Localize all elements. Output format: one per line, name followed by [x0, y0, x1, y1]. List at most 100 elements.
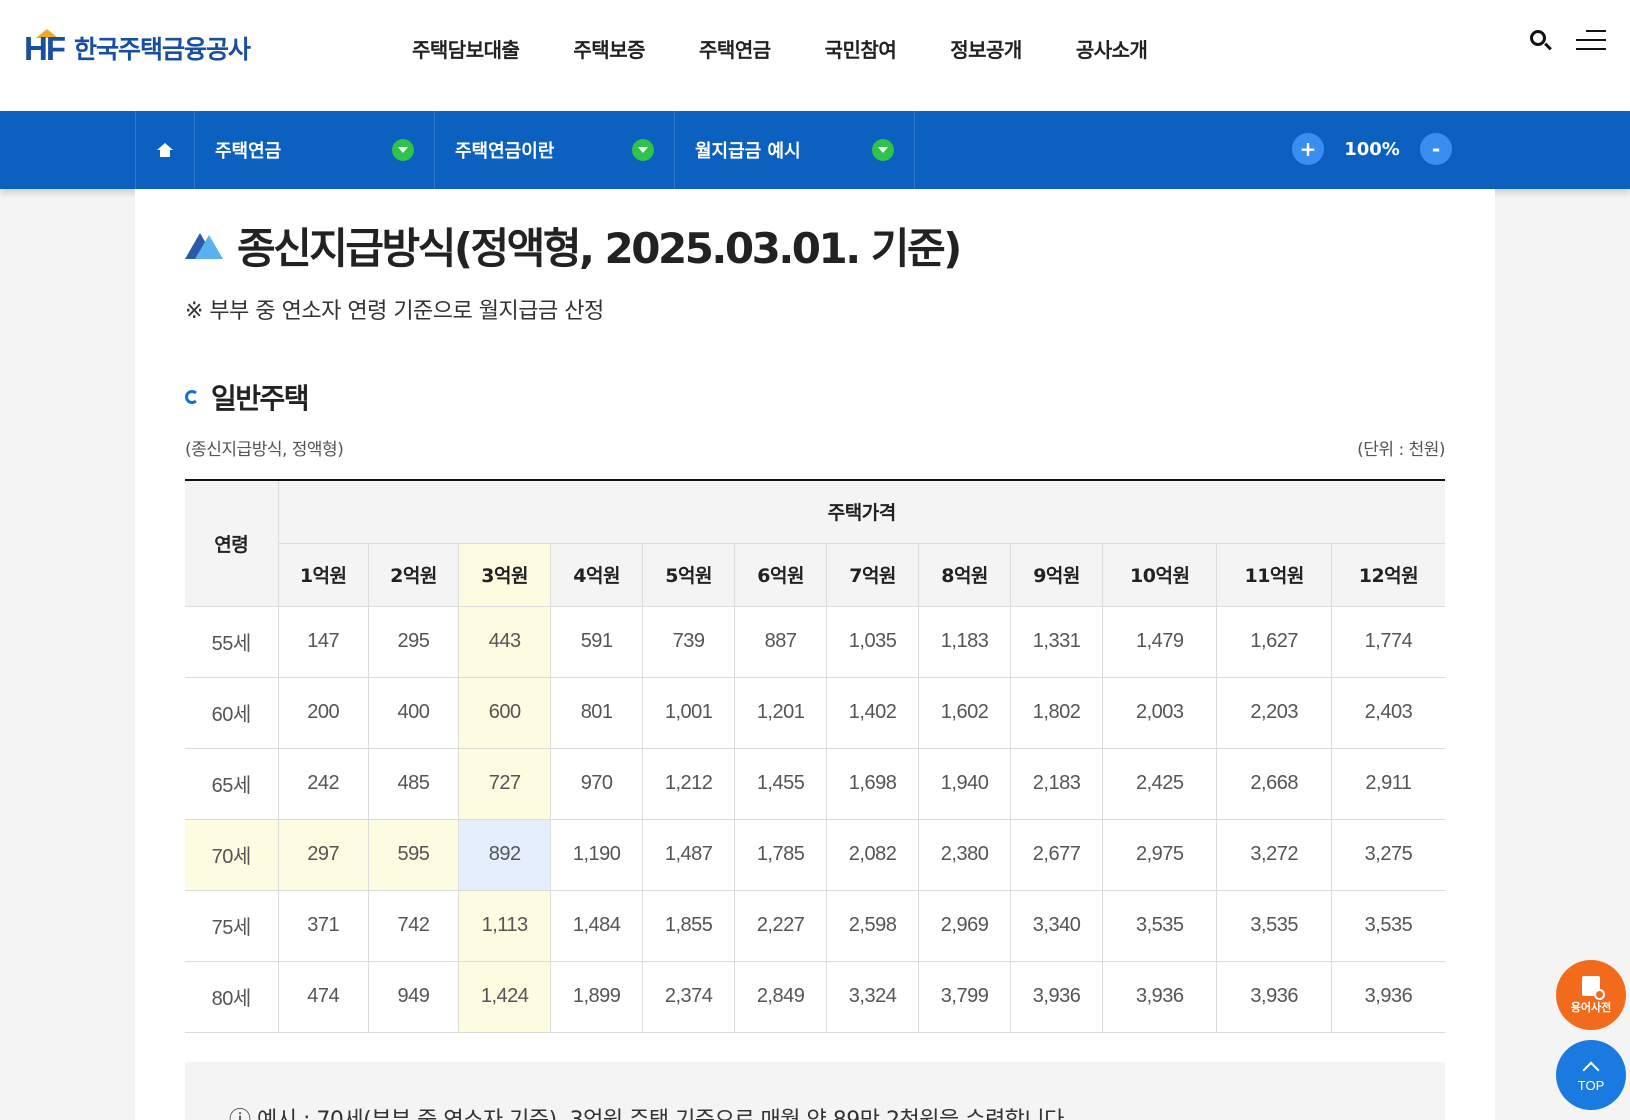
- value-cell: 3,535: [1330, 889, 1445, 962]
- value-cell: 2,183: [1010, 747, 1104, 820]
- value-cell: 3,535: [1216, 889, 1332, 962]
- column-header: 7억원: [826, 542, 920, 607]
- site-logo[interactable]: HF 한국주택금융공사: [24, 29, 251, 67]
- value-cell: 1,899: [550, 960, 644, 1033]
- age-cell: 70세: [185, 818, 279, 891]
- location-bar: 주택연금 주택연금이란 월지급금 예시 + 100% -: [0, 111, 1630, 189]
- section-title-text: 일반주택: [211, 382, 310, 415]
- value-cell: 2,975: [1102, 818, 1218, 891]
- glossary-label: 용어사전: [1570, 1000, 1612, 1014]
- page-title: 종신지급방식(정액형, 2025.03.01. 기준): [185, 215, 962, 276]
- scroll-top-button[interactable]: TOP: [1556, 1040, 1626, 1110]
- value-cell: 485: [367, 747, 460, 820]
- breadcrumb-depth2[interactable]: 주택연금이란: [435, 111, 675, 189]
- breadcrumb-depth1[interactable]: 주택연금: [195, 111, 435, 189]
- example-box: ⓘ 예시 : 70세(부부 중 연소자 기준), 3억원 주택 기준으로 매월 …: [185, 1062, 1445, 1120]
- logo-text: 한국주택금융공사: [74, 35, 251, 64]
- column-header: 9억원: [1010, 542, 1104, 607]
- title-mountain-icon: [185, 232, 223, 259]
- book-search-icon: [1582, 975, 1605, 1000]
- home-icon[interactable]: [135, 111, 195, 189]
- zoom-out-button[interactable]: -: [1420, 133, 1452, 165]
- site-header: HF 한국주택금융공사 주택담보대출 주택보증 주택연금 국민참여 정보공개 공…: [0, 0, 1630, 111]
- chevron-down-icon[interactable]: [392, 139, 414, 161]
- example-text: ⓘ 예시 : 70세(부부 중 연소자 기준), 3억원 주택 기준으로 매월 …: [229, 1102, 1071, 1120]
- page-title-text: 종신지급방식(정액형, 2025.03.01. 기준): [237, 224, 962, 273]
- bullet-icon: [185, 390, 199, 404]
- value-cell: 3,340: [1010, 889, 1104, 962]
- value-cell: 1,627: [1216, 605, 1332, 678]
- hf-logo-icon: HF: [24, 29, 66, 67]
- value-cell: 3,272: [1216, 818, 1332, 891]
- monthly-payment-table: 연령 주택가격 1억원 2억원 3억원 4억원 5억원 6억원 7억원 8억원 …: [185, 479, 1445, 1033]
- nav-item-mortgage[interactable]: 주택담보대출: [412, 34, 520, 63]
- value-cell: 3,324: [826, 960, 920, 1033]
- value-cell: 1,183: [918, 605, 1012, 678]
- value-cell: 400: [367, 676, 460, 749]
- value-cell: 1,402: [826, 676, 920, 749]
- search-icon[interactable]: [1528, 28, 1554, 54]
- value-cell: 3,275: [1330, 818, 1445, 891]
- value-cell: 2,082: [826, 818, 920, 891]
- value-cell: 949: [367, 960, 460, 1033]
- value-cell: 2,425: [1102, 747, 1218, 820]
- table-row: 60세 200 400 600 801 1,001 1,201 1,402 1,602 1,802…: [185, 676, 1445, 749]
- value-cell: 739: [642, 605, 736, 678]
- nav-item-disclosure[interactable]: 정보공개: [950, 34, 1022, 63]
- column-header: 5억원: [642, 542, 736, 607]
- value-cell: 887: [734, 605, 828, 678]
- nav-item-guarantee[interactable]: 주택보증: [573, 34, 645, 63]
- zoom-control: + 100% -: [1292, 133, 1452, 165]
- table-row: 75세 371 742 1,113 1,484 1,855 2,227 2,598 2,969 3…: [185, 889, 1445, 962]
- age-cell: 60세: [185, 676, 279, 749]
- value-cell: 591: [550, 605, 644, 678]
- value-cell: 2,203: [1216, 676, 1332, 749]
- value-cell: 1,424: [458, 960, 552, 1033]
- value-cell: 297: [277, 818, 369, 891]
- main-content: 종신지급방식(정액형, 2025.03.01. 기준) ※ 부부 중 연소자 연…: [135, 189, 1495, 1120]
- value-cell: 2,677: [1010, 818, 1104, 891]
- value-cell: 443: [458, 605, 552, 678]
- value-cell: 1,479: [1102, 605, 1218, 678]
- value-cell: 474: [277, 960, 369, 1033]
- glossary-button[interactable]: 용어사전: [1556, 960, 1626, 1030]
- column-header: 10억원: [1102, 542, 1218, 607]
- hamburger-menu-icon[interactable]: [1576, 30, 1606, 52]
- value-cell: 595: [367, 818, 460, 891]
- nav-item-about[interactable]: 공사소개: [1076, 34, 1148, 63]
- chevron-down-icon[interactable]: [872, 139, 894, 161]
- value-cell: 1,455: [734, 747, 828, 820]
- value-cell: 801: [550, 676, 644, 749]
- nav-item-pension[interactable]: 주택연금: [699, 34, 771, 63]
- value-cell: 3,936: [1216, 960, 1332, 1033]
- column-header: 1억원: [278, 542, 369, 607]
- breadcrumb-label: 주택연금: [215, 141, 282, 162]
- value-cell: 1,201: [734, 676, 828, 749]
- value-cell: 200: [277, 676, 369, 749]
- value-cell: 1,855: [642, 889, 736, 962]
- chevron-down-icon[interactable]: [632, 139, 654, 161]
- value-cell: 3,936: [1010, 960, 1104, 1033]
- value-cell: 371: [277, 889, 369, 962]
- value-cell: 892: [458, 818, 552, 891]
- unit-label: (단위 : 천원): [1357, 440, 1445, 460]
- value-cell: 1,001: [642, 676, 736, 749]
- section-title: 일반주택: [185, 377, 310, 417]
- table-row: 70세 297 595 892 1,190 1,487 1,785 2,082 2,380 2,6…: [185, 818, 1445, 891]
- value-cell: 295: [367, 605, 460, 678]
- age-cell: 65세: [185, 747, 279, 820]
- value-cell: 1,035: [826, 605, 920, 678]
- value-cell: 3,799: [918, 960, 1012, 1033]
- value-cell: 2,849: [734, 960, 828, 1033]
- value-cell: 242: [277, 747, 369, 820]
- value-cell: 742: [367, 889, 460, 962]
- value-cell: 600: [458, 676, 552, 749]
- value-cell: 727: [458, 747, 552, 820]
- value-cell: 1,190: [550, 818, 644, 891]
- value-cell: 2,668: [1216, 747, 1332, 820]
- value-cell: 3,535: [1102, 889, 1218, 962]
- breadcrumb-depth3[interactable]: 월지급금 예시: [675, 111, 915, 189]
- value-cell: 2,969: [918, 889, 1012, 962]
- nav-item-participation[interactable]: 국민참여: [825, 34, 897, 63]
- zoom-in-button[interactable]: +: [1292, 133, 1324, 165]
